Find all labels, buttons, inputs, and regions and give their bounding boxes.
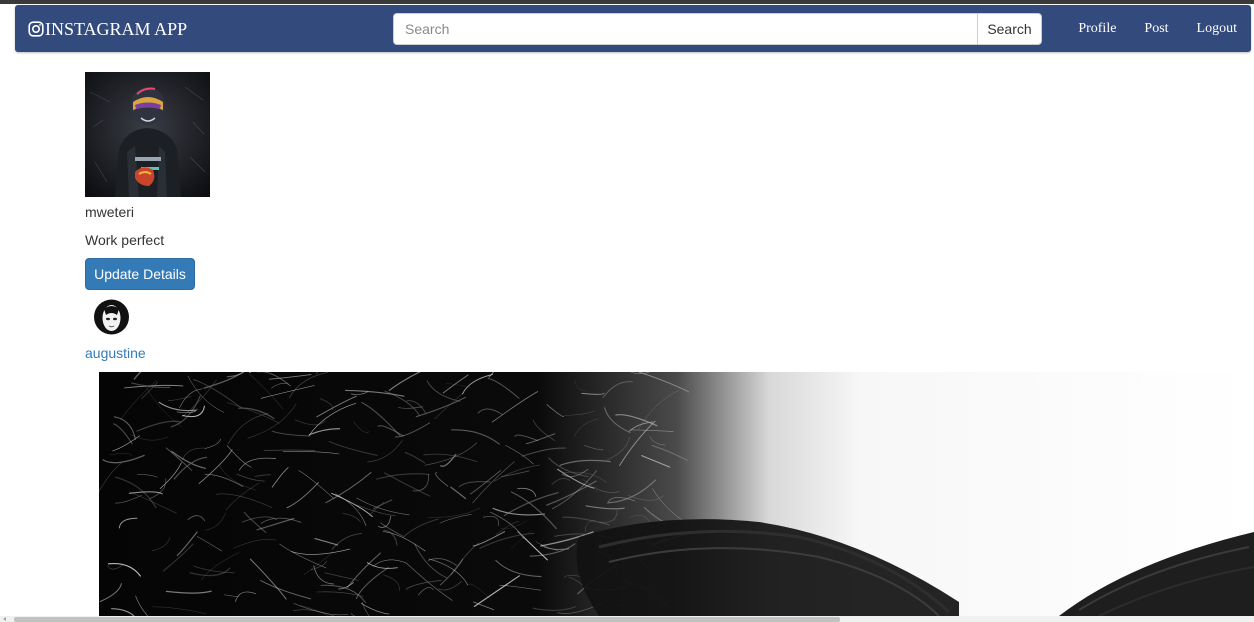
nav-links: Profile Post Logout — [1050, 5, 1237, 52]
brand-title: INSTAGRAM APP — [45, 18, 188, 39]
poster-avatar[interactable] — [93, 299, 130, 335]
navbar: INSTAGRAM APP Search Profile Post Logout — [15, 5, 1251, 52]
scroll-left-arrow-icon[interactable] — [3, 617, 6, 621]
brand-link[interactable]: INSTAGRAM APP — [28, 18, 187, 40]
search-input[interactable] — [393, 13, 977, 45]
window-top-strip — [0, 0, 1254, 4]
nav-profile-link[interactable]: Profile — [1078, 21, 1116, 37]
search-form: Search — [393, 13, 1042, 45]
profile-username: mweteri — [85, 204, 135, 220]
horizontal-scrollbar-thumb[interactable] — [14, 617, 840, 622]
update-details-button[interactable]: Update Details — [85, 258, 195, 290]
post-image — [99, 372, 1254, 616]
profile-picture — [85, 72, 210, 197]
poster-username-link[interactable]: augustine — [85, 345, 146, 361]
nav-logout-link[interactable]: Logout — [1197, 21, 1237, 37]
search-button[interactable]: Search — [977, 13, 1042, 45]
profile-bio: Work perfect — [85, 232, 165, 248]
instagram-camera-icon — [28, 21, 44, 37]
nav-post-link[interactable]: Post — [1144, 21, 1168, 37]
